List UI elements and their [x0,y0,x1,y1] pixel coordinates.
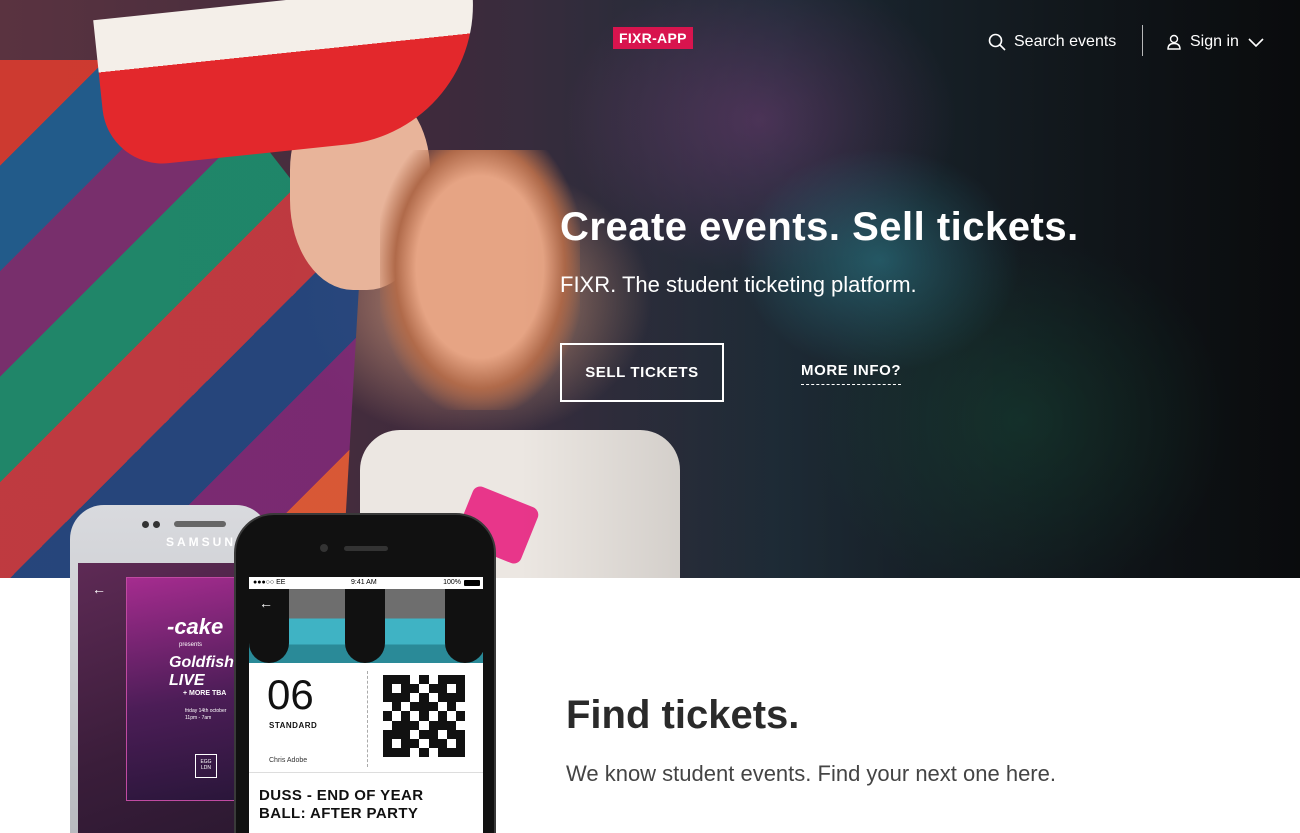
ticket-type: STANDARD [269,721,318,730]
hero-banner: FIXR-APP Search events Sign in Create ev… [0,0,1300,578]
poster-headline: -cake [167,614,224,639]
phone-camera [142,521,149,528]
search-events-link[interactable]: Search events [988,30,1116,54]
ticket-owner: Chris Adobe [269,757,308,764]
phone-speaker [174,521,226,527]
status-bar: ●●●○○ EE 9:41 AM 100% [249,577,483,589]
event-image: ← [249,589,483,663]
back-arrow-icon: ← [92,581,106,597]
find-tickets-title: Find tickets. [566,693,800,737]
more-info-link[interactable]: MORE INFO? [801,362,902,385]
sell-tickets-button[interactable]: SELL TICKETS [560,343,724,402]
user-icon [1167,34,1181,50]
phone-camera [320,544,328,552]
nav-divider [1142,25,1143,56]
status-time: 9:41 AM [351,579,377,586]
search-events-label: Search events [1014,33,1117,50]
phone-sensor [153,521,160,528]
poster-date: friday 14th october 11pm - 7am [185,708,226,722]
poster-act: Goldfish LIVE [169,654,234,689]
back-arrow-icon: ← [259,595,273,611]
poster-date-line1: friday 14th october [185,708,227,714]
poster-presents: presents [179,642,203,648]
iphone-mockup: ●●●○○ EE 9:41 AM 100% ← 06 STANDARD Chri… [234,513,496,833]
poster-more: + MORE TBA [183,690,227,697]
event-image-arch [445,589,483,663]
ticket-number: 06 [267,671,314,718]
search-icon [988,33,1006,51]
event-image-arch [345,589,385,663]
poster-venue: EGG LDN [195,754,217,778]
sign-in-label: Sign in [1190,33,1239,50]
phone-speaker [344,546,388,551]
find-tickets-subtitle: We know student events. Find your next o… [566,761,1056,786]
event-name: DUSS - END OF YEAR BALL: AFTER PARTY [259,787,424,822]
chevron-down-icon [1248,38,1264,48]
battery-icon [464,580,480,586]
carrier-signal: ●●●○○ EE [253,579,286,586]
sign-in-menu[interactable]: Sign in [1166,30,1265,54]
hero-title: Create events. Sell tickets. [560,205,1079,249]
fixr-logo[interactable]: FIXR-APP [613,27,693,49]
battery-percent: 100% [443,579,461,586]
qr-code [383,675,465,757]
event-poster: -cake presents Goldfish LIVE + MORE TBA … [126,577,236,801]
ticket-perforation [367,671,368,767]
iphone-screen: ●●●○○ EE 9:41 AM 100% ← 06 STANDARD Chri… [249,577,483,833]
poster-date-line2: 11pm - 7am [185,715,212,721]
ticket-card: 06 STANDARD Chris Adobe [249,663,483,773]
hero-subtitle: FIXR. The student ticketing platform. [560,272,917,297]
